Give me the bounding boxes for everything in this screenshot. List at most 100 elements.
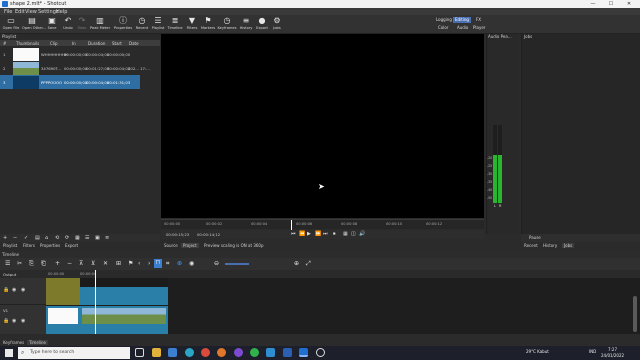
timeline-ruler[interactable]: Output 00:00:00 00:00:04: [0, 270, 640, 278]
tab-playlist[interactable]: Playlist: [3, 243, 17, 248]
tab-properties[interactable]: Properties: [40, 243, 60, 248]
keyframes-button[interactable]: ◷ Keyframes: [217, 16, 237, 33]
zoom-slider[interactable]: [225, 263, 249, 265]
next-marker-icon[interactable]: ›: [148, 260, 150, 268]
peak-meter-button[interactable]: ▥ Peak Meter: [90, 16, 110, 33]
playlist-row-selected[interactable]: 3 PPPPOOOO 00:00:00;00 00:00:04;00 00:01…: [0, 75, 140, 89]
stop-icon[interactable]: ⏹: [333, 231, 336, 237]
snap-icon[interactable]: ⊓: [154, 259, 162, 268]
current-timecode[interactable]: 00:00:15;23: [166, 232, 189, 237]
file-explorer-icon[interactable]: [152, 348, 161, 357]
eye-icon[interactable]: ◉: [21, 287, 25, 293]
scrub-icon[interactable]: ⌗: [166, 260, 169, 268]
windows-start-icon[interactable]: [5, 349, 13, 357]
timeline-clip[interactable]: [80, 278, 168, 287]
rotate-right-button[interactable]: ⟳: [65, 234, 69, 242]
lock-icon[interactable]: 🔒: [3, 287, 9, 293]
chrome-icon[interactable]: [201, 348, 210, 357]
remove-button[interactable]: −: [13, 234, 17, 242]
photos-icon[interactable]: [266, 348, 275, 357]
task-view-icon[interactable]: [135, 348, 144, 357]
tab-export[interactable]: Export: [65, 243, 78, 248]
mode-editing[interactable]: Editing: [453, 17, 471, 23]
word-icon[interactable]: [283, 348, 292, 357]
ripple-icon[interactable]: ⊛: [177, 260, 182, 268]
skip-next-icon[interactable]: ⏭: [323, 231, 328, 237]
pause-button[interactable]: Pause: [529, 235, 541, 240]
video-viewer[interactable]: ➤: [161, 34, 484, 218]
other-app-icon[interactable]: [316, 348, 325, 357]
minimize-button[interactable]: —: [584, 0, 602, 8]
clock-date[interactable]: 24/01/2022: [601, 353, 624, 358]
close-button[interactable]: ✕: [620, 0, 638, 8]
marker-icon[interactable]: ⚑: [128, 260, 133, 268]
open-file-button[interactable]: ▭ Open File: [1, 16, 21, 33]
tab-keyframes[interactable]: Keyframes: [3, 340, 24, 345]
menu-button[interactable]: ≡: [105, 234, 109, 242]
lift-icon[interactable]: ⊼: [79, 260, 83, 268]
rotate-left-button[interactable]: ⟲: [55, 234, 59, 242]
timeline-playhead[interactable]: [95, 270, 96, 334]
tab-filters[interactable]: Filters: [23, 243, 35, 248]
play-icon[interactable]: ▶: [307, 231, 311, 237]
redo-button[interactable]: ↷ Redo: [72, 16, 92, 33]
firefox-icon[interactable]: [217, 348, 226, 357]
tab-recent[interactable]: Recent: [524, 243, 538, 248]
volume-icon[interactable]: 🔊: [359, 231, 365, 237]
previous-marker-icon[interactable]: ‹: [138, 260, 140, 268]
viewer-ruler[interactable]: 00:00:00 00:00:02 00:00:04 00:00:06 00:0…: [161, 219, 484, 230]
copy-icon[interactable]: ⎘: [29, 260, 34, 268]
timeline-tracks[interactable]: [46, 270, 640, 334]
tab-jobs[interactable]: Jobs: [562, 243, 575, 248]
mode-fx[interactable]: FX: [474, 17, 483, 23]
timeline-clip[interactable]: [46, 278, 80, 305]
markers-button[interactable]: ⚑ Markers: [198, 16, 218, 33]
fast-forward-icon[interactable]: ⏩: [315, 231, 321, 237]
mute-icon[interactable]: ◉: [12, 287, 16, 293]
grid-view-button[interactable]: ▦: [75, 234, 80, 242]
whatsapp-icon[interactable]: [250, 348, 259, 357]
tab-history[interactable]: History: [543, 243, 557, 248]
tab-project[interactable]: Project: [181, 243, 199, 248]
media-icon[interactable]: [234, 348, 243, 357]
split-icon[interactable]: ✕: [103, 260, 108, 268]
vertical-scrollbar[interactable]: [633, 296, 637, 332]
timeline-menu-icon[interactable]: ☰: [5, 260, 10, 268]
ripple-all-icon[interactable]: ◉: [189, 260, 194, 268]
rewind-icon[interactable]: ⏪: [299, 231, 305, 237]
zoom-in-icon[interactable]: ⊕: [294, 260, 299, 268]
playlist-row[interactable]: 2 347690T... 00:00:00;00 00:01:27;03 00:…: [0, 61, 150, 75]
paste-icon[interactable]: ⎗: [41, 260, 46, 268]
language-indicator[interactable]: IND: [589, 349, 596, 354]
taskbar-search-box[interactable]: ⌕ Type here to search: [18, 347, 130, 359]
store-icon[interactable]: [168, 348, 177, 357]
mode-color[interactable]: Color: [438, 25, 448, 31]
add-button[interactable]: +: [3, 234, 7, 242]
timeline-clip[interactable]: [80, 306, 168, 334]
playlist-row[interactable]: 1 WHHHHHHHH 00:00:00;00 00:00:04;00 00:0…: [0, 47, 140, 61]
mute-icon[interactable]: ◉: [12, 318, 16, 324]
update-button[interactable]: ✓: [24, 234, 28, 242]
cut-icon[interactable]: ✂: [17, 260, 22, 268]
weather-status[interactable]: 29°C Kabut: [526, 349, 549, 354]
zoom-fit-icon[interactable]: ⤢: [306, 260, 311, 268]
playhead-marker[interactable]: [291, 220, 292, 230]
timeline-clip[interactable]: [46, 306, 80, 334]
tab-timeline[interactable]: Timeline: [27, 340, 49, 345]
clock-time[interactable]: 7:27: [608, 347, 617, 352]
eye-icon[interactable]: ◉: [21, 318, 25, 324]
list-view-button[interactable]: ☰: [85, 234, 89, 242]
jobs-button[interactable]: ⚙ Jobs: [267, 16, 287, 33]
maximize-button[interactable]: ☐: [602, 0, 620, 8]
properties-button[interactable]: ⓘ Properties: [113, 16, 133, 33]
edge-icon[interactable]: [185, 348, 194, 357]
tiles-view-button[interactable]: ▣: [95, 234, 100, 242]
filter-icon[interactable]: ⊞: [116, 260, 121, 268]
skip-previous-icon[interactable]: ⏮: [291, 231, 296, 237]
overwrite-icon[interactable]: ⊻: [91, 260, 95, 268]
view-button[interactable]: ▤: [35, 234, 40, 242]
zoom-out-icon[interactable]: ⊖: [214, 260, 219, 268]
grid-icon[interactable]: ▦: [343, 231, 348, 237]
mode-logging[interactable]: Logging: [434, 17, 454, 23]
open-other-button[interactable]: ▤ Open Other...: [22, 16, 46, 33]
